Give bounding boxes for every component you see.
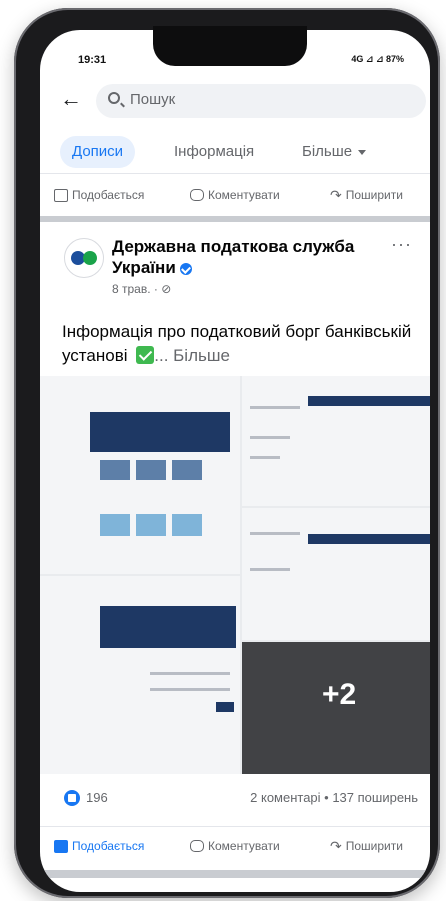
gallery-image-4[interactable]	[40, 576, 240, 774]
status-time: 19:31	[78, 54, 107, 66]
comment-label: Коментувати	[208, 188, 280, 202]
comment-label: Коментувати	[208, 839, 280, 853]
tab-info[interactable]: Інформація	[174, 136, 254, 168]
screenshot-button	[216, 702, 234, 712]
page-name[interactable]: Державна податкова служба України	[112, 236, 372, 278]
phone-notch	[153, 26, 307, 66]
back-arrow-icon[interactable]: ←	[60, 86, 82, 112]
comments-shares-count[interactable]: 2 коментарі • 137 поширень	[250, 790, 418, 805]
search-icon	[108, 92, 120, 104]
tab-posts[interactable]: Дописи	[60, 136, 136, 168]
screenshot-banner	[100, 606, 236, 648]
see-more-link[interactable]: ... Більше	[154, 346, 230, 365]
globe-icon: ⊘	[161, 282, 172, 296]
share-button[interactable]: ↷ Поширити	[330, 839, 403, 853]
gallery-image-3[interactable]	[242, 508, 430, 640]
screenshot-banner	[90, 412, 230, 452]
post-date: 8 трав. ·	[112, 282, 162, 296]
gallery-image-5[interactable]: +2	[242, 642, 430, 774]
tab-more-label: Більше	[302, 143, 353, 160]
check-mark-icon	[136, 346, 155, 364]
post-text: Інформація про податковий борг банківськ…	[62, 320, 412, 368]
screenshot-line	[250, 436, 290, 439]
verified-badge-icon	[179, 262, 192, 275]
page-name-text: Державна податкова служба України	[112, 237, 355, 277]
comment-icon	[190, 840, 204, 852]
screenshot-thumb	[100, 460, 130, 480]
post-header: Державна податкова служба України 8 трав…	[40, 228, 430, 298]
status-icons: 4G ⊿ ⊿ 87%	[351, 54, 404, 64]
page-tabs: Дописи Інформація Більше	[40, 128, 430, 174]
thumbs-up-icon	[54, 839, 68, 853]
search-bar[interactable]	[96, 84, 426, 118]
screenshot-thumb	[136, 514, 166, 536]
phone-frame: 19:31 4G ⊿ ⊿ 87% ← Дописи Інформація Біл…	[14, 8, 440, 898]
more-images-count: +2	[322, 678, 357, 711]
divider	[40, 870, 430, 878]
share-icon: ↷	[330, 187, 342, 203]
search-row: ←	[40, 80, 430, 120]
screenshot-thumb	[136, 460, 166, 480]
screenshot-line	[250, 532, 300, 535]
like-label: Подобається	[72, 839, 145, 853]
screenshot-line	[150, 672, 230, 675]
post-meta: 8 трав. · ⊘	[112, 282, 171, 296]
chevron-down-icon	[358, 149, 367, 155]
comment-icon	[190, 189, 204, 201]
like-count[interactable]: 196	[86, 790, 108, 805]
screenshot-line	[250, 456, 280, 459]
screenshot-thumb	[172, 514, 202, 536]
tab-more[interactable]: Більше	[302, 136, 367, 168]
post-stats: 196 2 коментарі • 137 поширень	[40, 786, 430, 814]
search-input[interactable]	[130, 91, 390, 108]
gallery-image-1[interactable]	[40, 376, 240, 574]
like-button[interactable]: Подобається	[54, 839, 144, 853]
post-actions: Подобається Коментувати ↷ Поширити	[40, 826, 430, 866]
comment-button[interactable]: Коментувати	[190, 839, 280, 853]
like-label: Подобається	[72, 188, 145, 202]
gallery-image-2[interactable]	[242, 376, 430, 506]
share-label: Поширити	[345, 839, 403, 853]
previous-post-actions: Подобається Коментувати ↷ Поширити	[40, 180, 430, 216]
like-button-top[interactable]: Подобається	[54, 188, 144, 202]
screenshot-header	[308, 534, 430, 544]
screenshot-header	[308, 396, 430, 406]
screenshot-thumb	[172, 460, 202, 480]
screen: 19:31 4G ⊿ ⊿ 87% ← Дописи Інформація Біл…	[40, 30, 430, 892]
screenshot-line	[150, 688, 230, 691]
comment-button-top[interactable]: Коментувати	[190, 188, 280, 202]
thumbs-up-icon	[54, 188, 68, 202]
divider	[40, 216, 430, 222]
screenshot-thumb	[100, 514, 130, 536]
share-label: Поширити	[345, 188, 403, 202]
screenshot-line	[250, 568, 290, 571]
share-icon: ↷	[330, 838, 342, 854]
avatar[interactable]	[64, 238, 104, 278]
share-button-top[interactable]: ↷ Поширити	[330, 188, 403, 202]
screenshot-line	[250, 406, 300, 409]
image-gallery: +2	[40, 376, 430, 774]
post-body: Інформація про податковий борг банківськ…	[62, 322, 412, 365]
logo-dot-green	[83, 251, 97, 265]
more-options-icon[interactable]: ···	[391, 234, 412, 255]
like-reaction-icon	[64, 790, 80, 806]
